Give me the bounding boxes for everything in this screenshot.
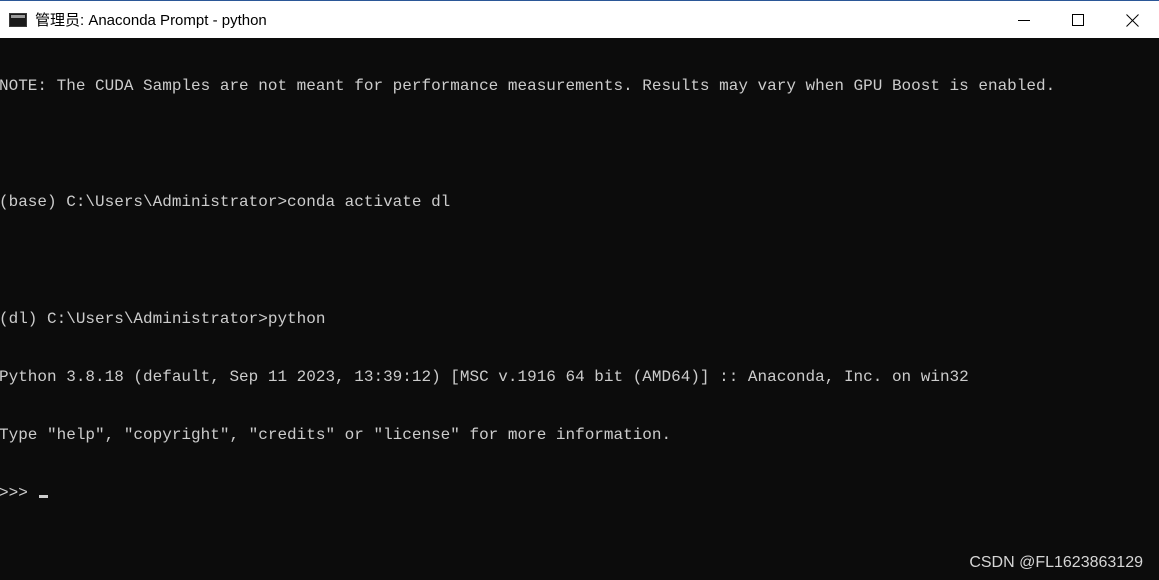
console-window: 管理员: Anaconda Prompt - python NOTE: The (0, 0, 1159, 580)
minimize-icon (1018, 20, 1030, 21)
maximize-icon (1072, 14, 1084, 26)
watermark: CSDN @FL1623863129 (969, 554, 1143, 571)
close-button[interactable] (1105, 1, 1159, 39)
maximize-button[interactable] (1051, 1, 1105, 39)
console-icon (9, 12, 27, 27)
console-output[interactable]: NOTE: The CUDA Samples are not meant for… (0, 38, 1159, 580)
console-line: (base) C:\Users\Administrator>conda acti… (0, 193, 451, 212)
python-prompt: >>> (0, 484, 38, 503)
title-bar[interactable]: 管理员: Anaconda Prompt - python (0, 0, 1159, 38)
text-cursor (39, 495, 49, 499)
python-prompt-line[interactable]: >>> (0, 484, 1159, 503)
minimize-button[interactable] (997, 1, 1051, 39)
close-icon (1125, 13, 1139, 27)
console-line: Python 3.8.18 (default, Sep 11 2023, 13:… (0, 367, 969, 386)
window-title: 管理员: Anaconda Prompt - python (35, 12, 267, 29)
console-line: Type "help", "copyright", "credits" or "… (0, 426, 672, 445)
window-controls (997, 1, 1159, 39)
console-line: NOTE: The CUDA Samples are not meant for… (0, 76, 1056, 95)
console-line: (dl) C:\Users\Administrator>python (0, 309, 326, 328)
